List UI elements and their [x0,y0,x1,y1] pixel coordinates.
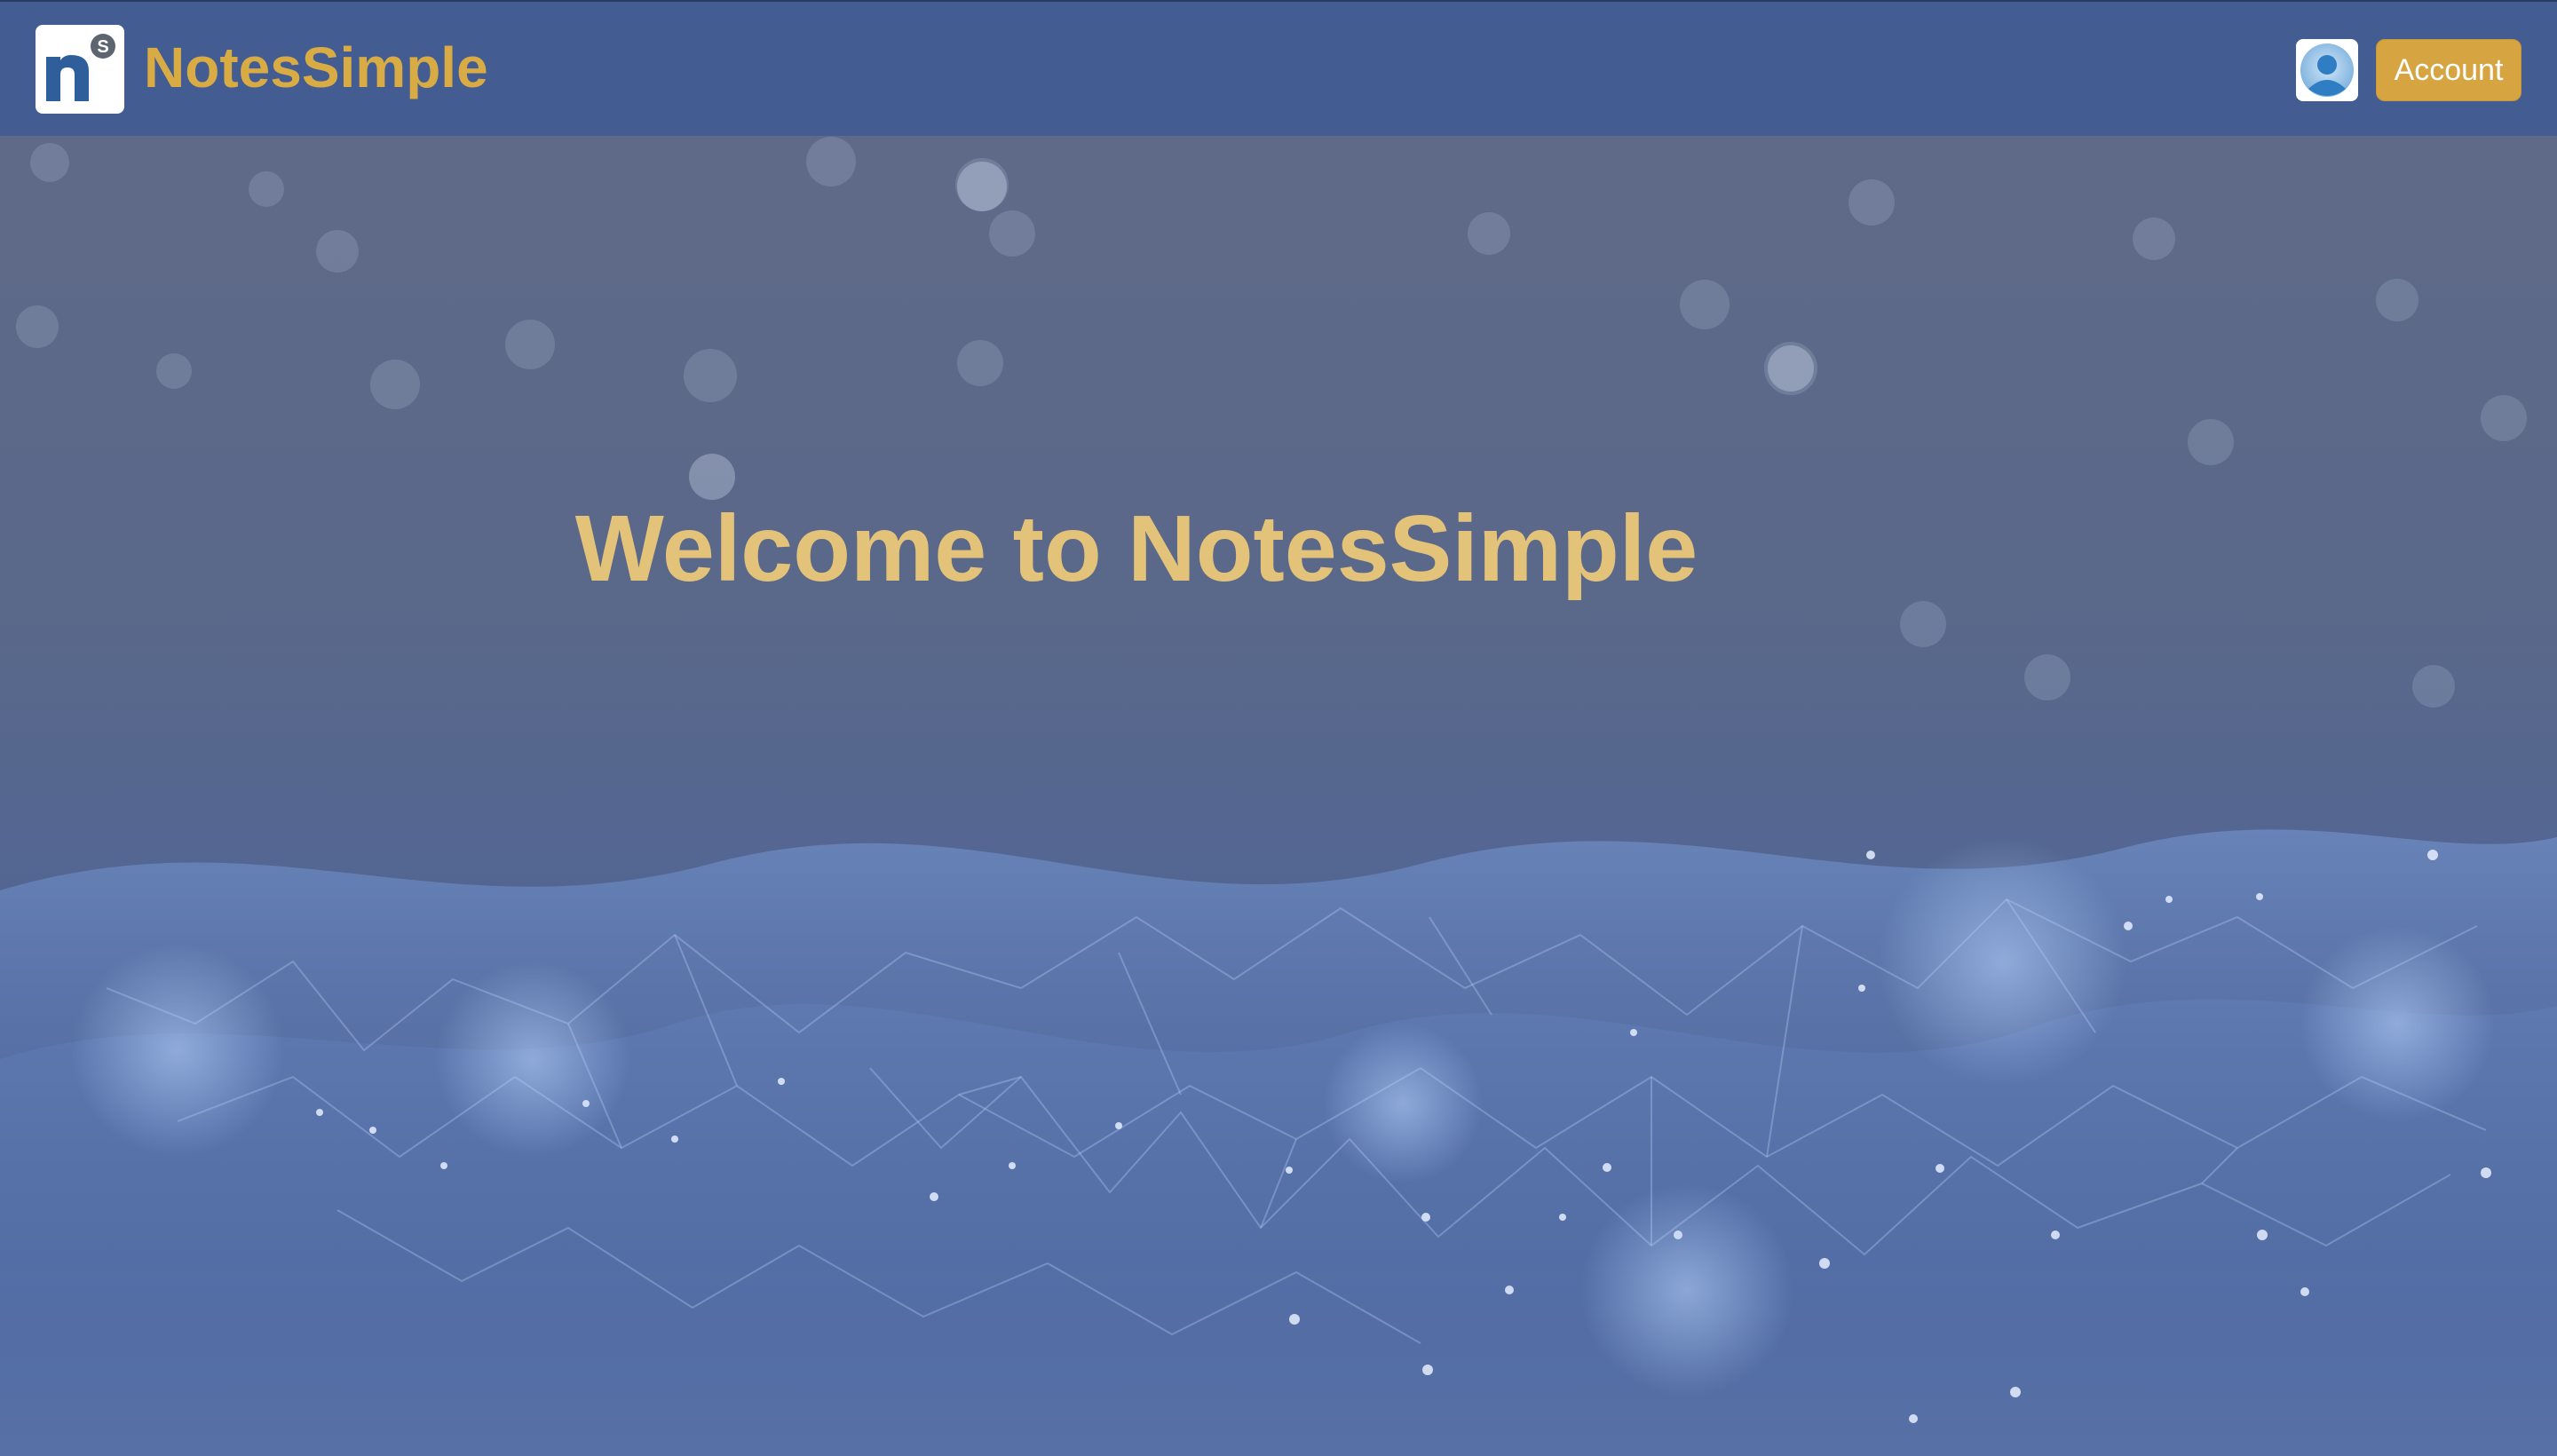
user-avatar-icon[interactable] [2296,39,2358,101]
svg-text:S: S [97,37,108,57]
brand-name[interactable]: NotesSimple [144,34,488,101]
account-button[interactable]: Account [2376,39,2521,101]
welcome-heading: Welcome to NotesSimple [574,496,1698,601]
page: S NotesSimple Account Welcome to NotesSi… [0,0,2557,1456]
hero-section: Welcome to NotesSimple [0,136,2557,1456]
top-navbar: S NotesSimple Account [0,0,2557,136]
notessimple-logo-icon[interactable]: S [36,25,124,114]
network-mesh-background [0,137,2557,1456]
